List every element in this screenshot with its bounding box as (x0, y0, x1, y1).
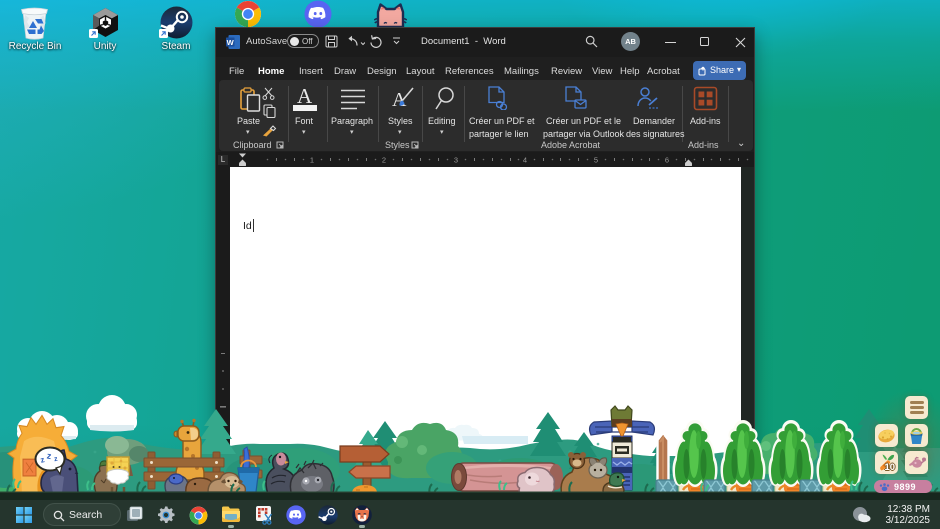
svg-text:2: 2 (382, 156, 386, 165)
svg-text:4: 4 (523, 156, 527, 165)
svg-text:W: W (227, 38, 235, 47)
svg-text:A: A (392, 89, 407, 111)
svg-text:5: 5 (594, 156, 598, 165)
svg-text:1: 1 (310, 156, 314, 165)
svg-text:6: 6 (665, 156, 669, 165)
svg-text:3: 3 (454, 156, 458, 165)
